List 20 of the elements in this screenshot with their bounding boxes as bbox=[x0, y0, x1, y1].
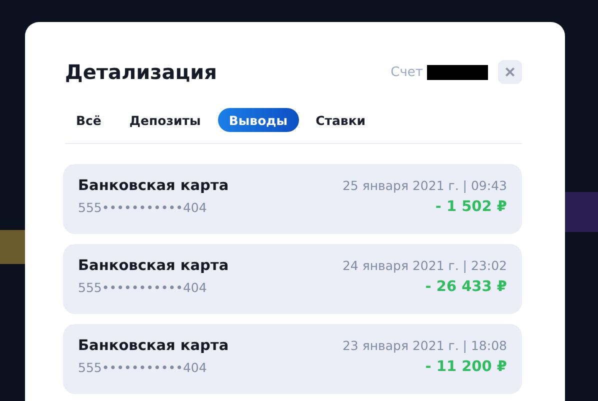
transaction-amount: - 1 502 ₽ bbox=[435, 199, 507, 215]
payment-method: Банковская карта bbox=[78, 338, 229, 354]
background-banner bbox=[0, 230, 25, 264]
filter-tab[interactable]: Депозиты bbox=[118, 108, 212, 132]
transaction-date: 25 января 2021 г. | 09:43 bbox=[342, 178, 507, 193]
transaction-date: 23 января 2021 г. | 18:08 bbox=[342, 338, 507, 353]
filter-tab[interactable]: Выводы bbox=[218, 108, 299, 132]
filter-tab[interactable]: Всё bbox=[65, 108, 112, 132]
payment-method: Банковская карта bbox=[78, 258, 229, 274]
background-banner bbox=[565, 192, 598, 232]
card-number: 555•••••••••••404 bbox=[78, 360, 207, 375]
transaction-amount: - 11 200 ₽ bbox=[425, 359, 507, 375]
filter-tab[interactable]: Ставки bbox=[304, 108, 377, 132]
transaction-date: 24 января 2021 г. | 23:02 bbox=[342, 258, 507, 273]
payment-method: Банковская карта bbox=[78, 178, 229, 194]
transaction-amount: - 26 433 ₽ bbox=[425, 279, 507, 295]
card-number: 555•••••••••••404 bbox=[78, 200, 207, 215]
modal-title: Детализация bbox=[65, 60, 217, 84]
account-label: Счет bbox=[390, 64, 423, 80]
card-number: 555•••••••••••404 bbox=[78, 280, 207, 295]
